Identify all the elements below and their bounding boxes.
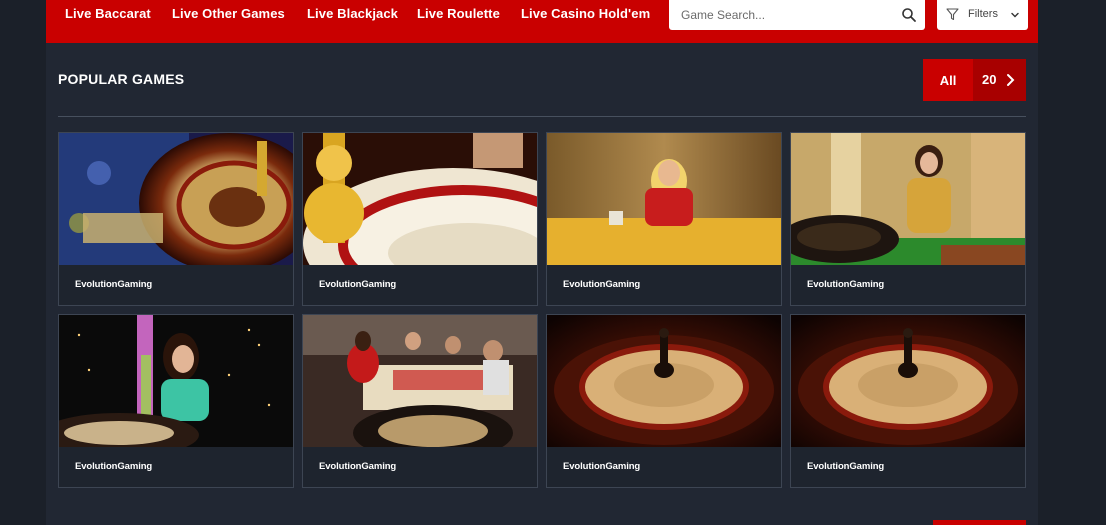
game-card[interactable]: EvolutionGaming bbox=[790, 132, 1026, 306]
nav-live-baccarat[interactable]: Live Baccarat bbox=[65, 6, 151, 21]
game-provider: EvolutionGaming bbox=[75, 461, 153, 472]
game-card[interactable]: EvolutionGaming bbox=[302, 132, 538, 306]
game-thumbnail bbox=[303, 315, 537, 447]
game-thumbnail bbox=[791, 315, 1025, 447]
game-card[interactable]: EvolutionGaming bbox=[302, 314, 538, 488]
game-card[interactable]: EvolutionGaming bbox=[546, 314, 782, 488]
search-input[interactable] bbox=[669, 0, 893, 30]
section-divider bbox=[58, 116, 1026, 117]
game-thumbnail bbox=[547, 315, 781, 447]
game-provider: EvolutionGaming bbox=[75, 279, 153, 290]
nav-live-blackjack[interactable]: Live Blackjack bbox=[307, 6, 398, 21]
filter-funnel-icon bbox=[946, 8, 959, 21]
game-provider: EvolutionGaming bbox=[807, 279, 885, 290]
game-provider: EvolutionGaming bbox=[319, 461, 397, 472]
game-card[interactable]: EvolutionGaming bbox=[790, 314, 1026, 488]
chevron-right-icon bbox=[1007, 74, 1015, 86]
game-card[interactable]: EvolutionGaming bbox=[58, 314, 294, 488]
search-icon[interactable] bbox=[901, 7, 917, 23]
nav-live-roulette[interactable]: Live Roulette bbox=[417, 6, 500, 21]
game-count: 20 bbox=[982, 72, 997, 87]
game-thumbnail bbox=[303, 133, 537, 265]
game-thumbnail bbox=[547, 133, 781, 265]
view-all-button[interactable]: All bbox=[923, 59, 973, 101]
game-thumbnail bbox=[791, 133, 1025, 265]
game-provider: EvolutionGaming bbox=[563, 279, 641, 290]
nav-live-casino-holdem[interactable]: Live Casino Hold'em bbox=[521, 6, 650, 21]
section-title: POPULAR GAMES bbox=[58, 71, 185, 87]
game-search bbox=[669, 0, 925, 30]
game-provider: EvolutionGaming bbox=[319, 279, 397, 290]
chevron-down-icon bbox=[1011, 12, 1019, 18]
filters-label: Filters bbox=[968, 8, 998, 20]
game-thumbnail bbox=[59, 133, 293, 265]
nav-live-other-games[interactable]: Live Other Games bbox=[172, 6, 285, 21]
next-section-button-edge[interactable] bbox=[933, 520, 1026, 525]
game-card[interactable]: EvolutionGaming bbox=[546, 132, 782, 306]
game-provider: EvolutionGaming bbox=[807, 461, 885, 472]
game-card[interactable]: EvolutionGaming bbox=[58, 132, 294, 306]
filters-button[interactable]: Filters bbox=[937, 0, 1028, 30]
game-thumbnail bbox=[59, 315, 293, 447]
game-provider: EvolutionGaming bbox=[563, 461, 641, 472]
game-count-button[interactable]: 20 bbox=[973, 59, 1026, 101]
